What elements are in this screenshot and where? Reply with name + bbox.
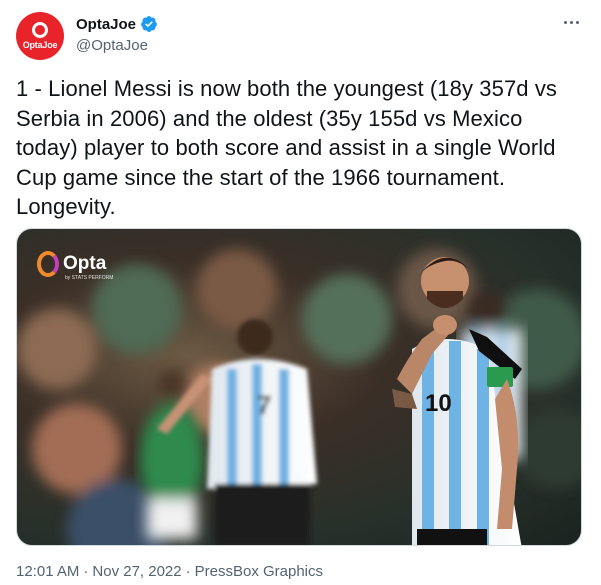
opta-watermark-text: Opta — [63, 253, 107, 274]
dot-icon — [569, 20, 573, 24]
more-options-button[interactable] — [559, 12, 583, 32]
tweet-text: 1 - Lionel Messi is now both the younges… — [16, 76, 558, 219]
avatar-logo-text: OptaJoe — [22, 40, 58, 50]
tweet-meta: 12:01 AM · Nov 27, 2022 · PressBox Graph… — [16, 563, 323, 580]
user-handle[interactable]: @OptaJoe — [76, 37, 158, 54]
tweet-date[interactable]: Nov 27, 2022 — [92, 563, 181, 580]
user-info: OptaJoe @OptaJoe — [76, 14, 158, 54]
opta-watermark: Opta — [37, 251, 106, 277]
shirt-number-7: 7 — [257, 390, 271, 420]
dot-icon — [575, 20, 579, 24]
dot-icon — [563, 20, 567, 24]
meta-separator: · — [83, 563, 89, 580]
tweet-time[interactable]: 12:01 AM — [16, 563, 79, 580]
tweet-photo[interactable]: 7 10 Opta by STATS PERFORM — [16, 228, 582, 546]
tweet-source[interactable]: PressBox Graphics — [195, 563, 323, 580]
avatar[interactable]: OptaJoe — [16, 12, 64, 60]
tweet-card: OptaJoe OptaJoe @OptaJoe 1 - Lionel Mess… — [0, 0, 601, 585]
verified-badge-icon[interactable] — [140, 15, 158, 33]
display-name[interactable]: OptaJoe — [76, 16, 136, 33]
opta-watermark-sub: by STATS PERFORM — [65, 275, 114, 281]
opta-logo-icon — [37, 251, 59, 277]
name-row: OptaJoe — [76, 14, 158, 34]
shirt-number-10: 10 — [425, 390, 452, 417]
meta-separator: · — [185, 563, 191, 580]
opta-o-icon — [32, 22, 48, 38]
